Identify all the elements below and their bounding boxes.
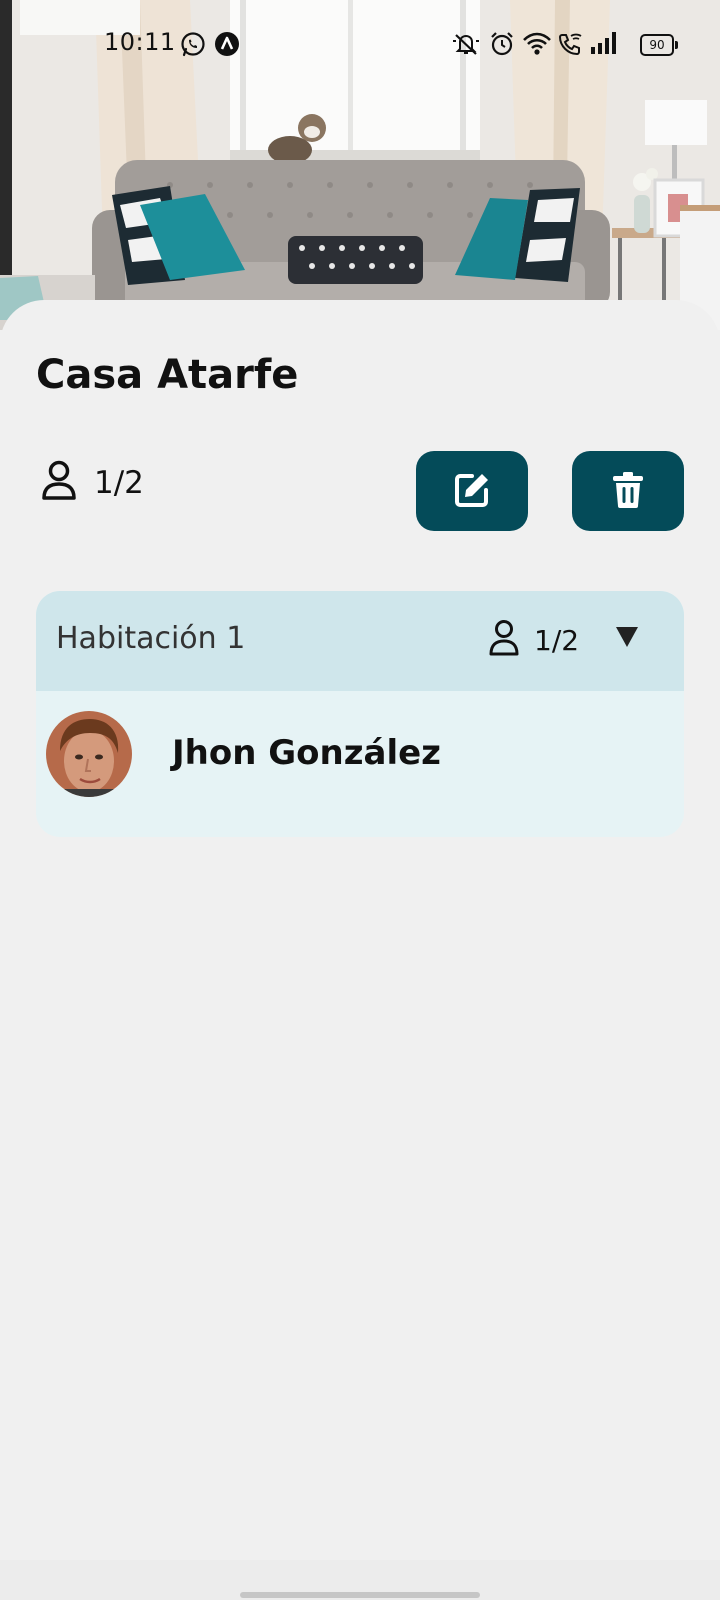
alarm-icon bbox=[489, 31, 515, 61]
room-header[interactable]: Habitación 1 1/2 bbox=[36, 591, 684, 691]
notifications-muted-icon bbox=[452, 31, 480, 61]
edit-property-button[interactable] bbox=[416, 451, 528, 531]
navigation-bar bbox=[0, 1560, 720, 1600]
room-name: Habitación 1 bbox=[56, 621, 246, 656]
occupancy-count: 1/2 bbox=[94, 465, 144, 501]
status-bar: 10:11 90 bbox=[0, 0, 720, 90]
person-icon bbox=[488, 619, 520, 661]
whatsapp-icon bbox=[180, 31, 206, 61]
room-card: Habitación 1 1/2 Jhon González bbox=[36, 591, 684, 837]
screen: 10:11 90 Casa Atarfe 1/2 Habitación 1 1/… bbox=[0, 0, 720, 1600]
home-gesture-handle[interactable] bbox=[240, 1592, 480, 1598]
property-detail-sheet: Casa Atarfe 1/2 Habitación 1 1/2 Jhon Go… bbox=[0, 300, 720, 1600]
edit-icon bbox=[452, 470, 492, 513]
room-occupancy: 1/2 bbox=[488, 619, 579, 661]
room-occupancy-count: 1/2 bbox=[534, 623, 580, 657]
expand-toggle-icon[interactable] bbox=[614, 625, 640, 653]
app-notification-icon bbox=[214, 31, 240, 61]
delete-property-button[interactable] bbox=[572, 451, 684, 531]
wifi-icon bbox=[522, 31, 552, 61]
wifi-calling-icon bbox=[557, 31, 583, 61]
signal-icon bbox=[590, 31, 618, 59]
avatar bbox=[46, 711, 132, 797]
resident-row[interactable]: Jhon González bbox=[36, 691, 684, 837]
property-title: Casa Atarfe bbox=[36, 352, 299, 398]
resident-name: Jhon González bbox=[172, 733, 441, 773]
person-icon bbox=[40, 460, 78, 506]
battery-icon: 90 bbox=[640, 34, 678, 56]
property-occupancy: 1/2 bbox=[40, 460, 144, 506]
status-time: 10:11 bbox=[104, 28, 176, 56]
trash-icon bbox=[610, 470, 646, 513]
